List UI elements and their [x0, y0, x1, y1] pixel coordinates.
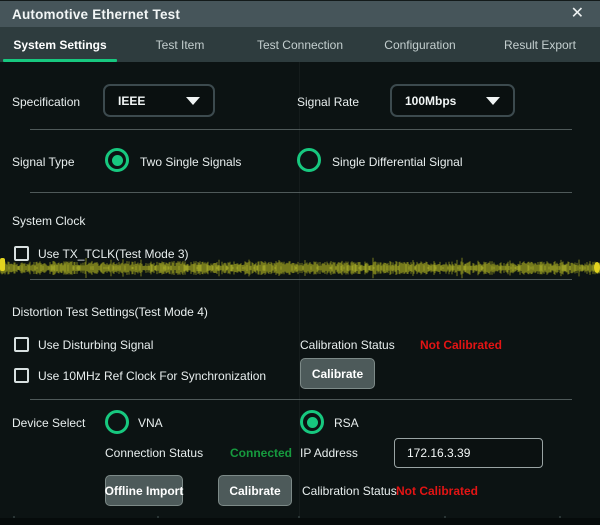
- specification-label: Specification: [12, 95, 80, 109]
- distortion-settings-title: Distortion Test Settings(Test Mode 4): [12, 305, 208, 319]
- automotive-ethernet-test-dialog: Automotive Ethernet Test ✕ System Settin…: [0, 0, 600, 518]
- checkbox-use-10mhz-ref-clock-label: Use 10MHz Ref Clock For Synchronization: [38, 369, 266, 383]
- device-select-label: Device Select: [12, 416, 85, 430]
- radio-dot: [307, 417, 318, 428]
- title-bar: Automotive Ethernet Test ✕: [0, 0, 600, 27]
- radio-vna[interactable]: [105, 410, 129, 434]
- signal-rate-value: 100Mbps: [405, 94, 456, 108]
- radio-dot: [112, 155, 123, 166]
- tab-test-connection[interactable]: Test Connection: [240, 27, 360, 62]
- graticule-tick: [13, 516, 15, 518]
- system-clock-title: System Clock: [12, 214, 85, 228]
- section-divider: [30, 192, 572, 193]
- close-icon[interactable]: ✕: [567, 4, 588, 24]
- calibration-status-value: Not Calibrated: [420, 338, 502, 352]
- signal-rate-dropdown[interactable]: 100Mbps: [390, 84, 515, 117]
- tab-result-export[interactable]: Result Export: [480, 27, 600, 62]
- tab-test-item[interactable]: Test Item: [120, 27, 240, 62]
- tab-bar: System Settings Test Item Test Connectio…: [0, 27, 600, 62]
- checkbox-use-disturbing-signal-label: Use Disturbing Signal: [38, 338, 153, 352]
- tab-configuration[interactable]: Configuration: [360, 27, 480, 62]
- calibration-status-label: Calibration Status: [300, 338, 395, 352]
- radio-single-differential-signal-label: Single Differential Signal: [332, 155, 463, 169]
- section-divider: [30, 129, 572, 130]
- radio-single-differential-signal[interactable]: [297, 148, 321, 172]
- connection-status-value: Connected: [230, 446, 292, 460]
- waveform-trace: [0, 256, 600, 280]
- graticule-tick: [157, 516, 159, 518]
- chevron-down-icon: [186, 97, 200, 105]
- screen-background-strip: [0, 518, 600, 525]
- signal-rate-label: Signal Rate: [297, 95, 359, 109]
- dialog-content: Specification IEEE Signal Rate 100Mbps S…: [0, 62, 600, 518]
- graticule-tick: [444, 516, 446, 518]
- section-divider: [30, 399, 572, 400]
- graticule-tick: [559, 516, 561, 518]
- device-calibrate-button[interactable]: Calibrate: [218, 475, 292, 506]
- device-calibration-status-label: Calibration Status: [302, 484, 397, 498]
- device-calibration-status-value: Not Calibrated: [396, 484, 478, 498]
- connection-status-label: Connection Status: [105, 446, 203, 460]
- checkbox-use-disturbing-signal[interactable]: [14, 337, 29, 352]
- specification-value: IEEE: [118, 94, 145, 108]
- checkbox-use-10mhz-ref-clock[interactable]: [14, 368, 29, 383]
- waveform-left-marker: [0, 258, 5, 271]
- ip-address-value: 172.16.3.39: [407, 446, 470, 460]
- tab-system-settings[interactable]: System Settings: [0, 27, 120, 62]
- section-divider: [30, 279, 572, 280]
- ip-address-input[interactable]: 172.16.3.39: [394, 438, 543, 468]
- dialog-title: Automotive Ethernet Test: [12, 7, 180, 22]
- graticule-tick: [298, 516, 300, 518]
- distortion-calibrate-button[interactable]: Calibrate: [300, 358, 375, 389]
- radio-rsa[interactable]: [300, 410, 324, 434]
- radio-vna-label: VNA: [138, 416, 163, 430]
- signal-type-label: Signal Type: [12, 155, 75, 169]
- specification-dropdown[interactable]: IEEE: [103, 84, 215, 117]
- ip-address-label: IP Address: [300, 446, 358, 460]
- offline-import-button[interactable]: Offline Import: [105, 475, 183, 506]
- radio-rsa-label: RSA: [334, 416, 359, 430]
- chevron-down-icon: [486, 97, 500, 105]
- radio-two-single-signals[interactable]: [105, 148, 129, 172]
- radio-two-single-signals-label: Two Single Signals: [140, 155, 241, 169]
- waveform-right-marker: [594, 262, 600, 273]
